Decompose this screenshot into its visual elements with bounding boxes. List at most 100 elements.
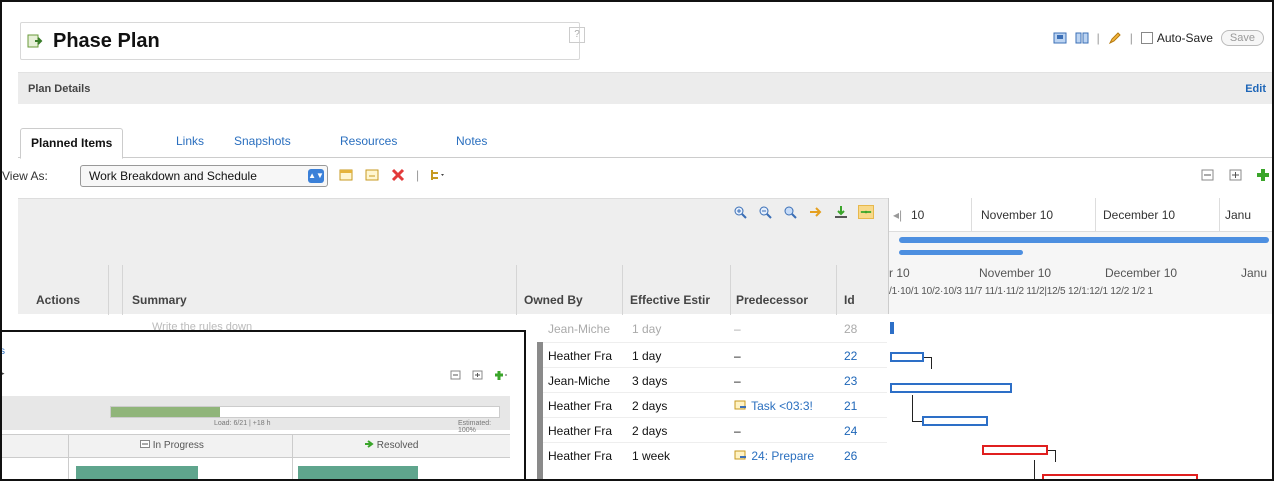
predecessor-text: 24: Prepare: [751, 449, 815, 463]
progress-panel: Load: 6/21 | +18 h Estimated: 100%: [2, 396, 510, 434]
progress-bar: [110, 406, 500, 418]
tab-notes[interactable]: Notes: [456, 134, 487, 148]
task-card[interactable]: [76, 466, 198, 479]
plan-details-label: Plan Details: [28, 83, 91, 95]
row-id[interactable]: 23: [844, 374, 874, 388]
col-summary[interactable]: Summary: [132, 293, 187, 307]
col-id[interactable]: Id: [844, 293, 855, 307]
row-divider: [542, 342, 887, 343]
tab-resources[interactable]: Resources: [340, 134, 397, 148]
gantt-bar[interactable]: [922, 416, 988, 426]
snapshot-icon[interactable]: [1053, 31, 1067, 45]
new-child-icon[interactable]: [364, 168, 380, 182]
row-estimate: 1 day: [632, 322, 662, 336]
tab-links[interactable]: Links: [176, 134, 204, 148]
table-row[interactable]: Heather Fra 1 day – 22: [542, 345, 887, 367]
add-icon[interactable]: [494, 370, 508, 381]
row-id[interactable]: 28: [844, 322, 874, 336]
zoom-out-icon[interactable]: [758, 205, 774, 219]
row-id[interactable]: 24: [844, 424, 874, 438]
table-row[interactable]: Jean-Miche 3 days – 23: [542, 370, 887, 392]
row-id[interactable]: 22: [844, 349, 874, 363]
col-actions[interactable]: Actions: [36, 293, 80, 307]
view-as-select[interactable]: Work Breakdown and Schedule ▲▼: [80, 165, 328, 187]
task-icon: [734, 400, 746, 410]
row-id[interactable]: 26: [844, 449, 874, 463]
progress-bar-fill: [111, 407, 220, 417]
row-owner[interactable]: Heather Fra: [548, 349, 630, 363]
collapse-all-icon[interactable]: [450, 370, 462, 381]
gantt-bar-critical[interactable]: [1042, 474, 1198, 479]
plan-icon: [27, 34, 43, 48]
zoom-in-icon[interactable]: [733, 205, 749, 219]
add-icon[interactable]: [1256, 168, 1272, 182]
compare-icon[interactable]: [1075, 31, 1089, 45]
col-in-progress[interactable]: In Progress: [140, 440, 204, 451]
download-icon[interactable]: [833, 205, 849, 219]
row-estimate: 1 week: [632, 449, 671, 463]
row-predecessor-link[interactable]: Task <03:3!: [734, 399, 840, 413]
row-estimate: 2 days: [632, 399, 668, 413]
grid-header: Actions Summary Owned By Effective Estir…: [18, 198, 888, 315]
scroll-to-icon[interactable]: [808, 205, 824, 219]
today-marker-icon[interactable]: [858, 205, 874, 219]
save-button[interactable]: Save: [1220, 30, 1264, 46]
hierarchy-icon[interactable]: [429, 168, 445, 182]
table-row[interactable]: Heather Fra 2 days – 24: [542, 420, 887, 442]
auto-save-checkbox[interactable]: [1140, 32, 1153, 44]
gantt-month: November 10: [979, 266, 1052, 280]
row-owner[interactable]: Heather Fra: [548, 424, 630, 438]
edit-link[interactable]: Edit: [1245, 83, 1266, 95]
title-bar: Phase Plan ? | | Auto-Save Save: [12, 22, 1272, 64]
task-card[interactable]: [298, 466, 418, 479]
gantt-bar[interactable]: [890, 383, 1012, 393]
view-as-row: View As: Work Breakdown and Schedule ▲▼ …: [2, 164, 1272, 190]
zoom-fit-icon[interactable]: [783, 205, 799, 219]
expand-all-icon[interactable]: [1228, 168, 1244, 182]
row-owner[interactable]: Jean-Miche: [548, 374, 630, 388]
timeline-range-bar[interactable]: [899, 237, 1269, 243]
auto-save-toggle[interactable]: Auto-Save: [1140, 31, 1213, 45]
gantt-bar-critical[interactable]: [982, 445, 1048, 455]
toolbar-separator: |: [1096, 31, 1100, 45]
col-predecessor[interactable]: Predecessor: [736, 293, 808, 307]
table-row[interactable]: Heather Fra 2 days Task <03:3! 21: [542, 395, 887, 417]
predecessor-text: Task <03:3!: [751, 399, 813, 413]
tab-planned-items[interactable]: Planned Items: [20, 128, 124, 159]
expand-all-icon[interactable]: [472, 370, 484, 381]
gantt-month: r 10: [889, 266, 910, 280]
row-owner[interactable]: Jean-Miche: [548, 322, 630, 336]
row-predecessor: –: [734, 374, 741, 388]
gantt-bar[interactable]: [890, 352, 924, 362]
page-title: Phase Plan: [53, 30, 160, 52]
overlay-link[interactable]: s: [2, 346, 5, 357]
col-in-progress-label: In Progress: [152, 440, 204, 451]
column-divider: [292, 435, 293, 479]
view-as-value: Work Breakdown and Schedule: [89, 169, 257, 183]
col-effective-estimate[interactable]: Effective Estir: [630, 293, 710, 307]
timeline-visible-bar[interactable]: [899, 250, 1023, 255]
gantt-month: December 10: [1105, 266, 1178, 280]
row-owner[interactable]: Heather Fra: [548, 399, 630, 413]
row-estimate: 1 day: [632, 349, 662, 363]
row-id[interactable]: 21: [844, 399, 874, 413]
timeline-divider: [971, 198, 972, 232]
row-owner[interactable]: Heather Fra: [548, 449, 630, 463]
plan-tabs: Planned Items Links Snapshots Resources …: [18, 128, 1272, 159]
overlay-menu-arrow[interactable]: ▸: [2, 368, 5, 379]
table-row[interactable]: Jean-Miche 1 day – 28: [542, 318, 887, 340]
plan-title-field[interactable]: Phase Plan ?: [20, 22, 585, 60]
tab-snapshots[interactable]: Snapshots: [234, 134, 291, 148]
scroll-left-handle[interactable]: ◂|: [893, 208, 902, 222]
table-row[interactable]: Heather Fra 1 week 24: Prepare 26: [542, 445, 887, 467]
delete-icon[interactable]: [390, 168, 406, 182]
row-predecessor-link[interactable]: 24: Prepare: [734, 449, 840, 463]
pencil-icon[interactable]: [1108, 31, 1122, 45]
collapse-all-icon[interactable]: [1200, 168, 1216, 182]
gantt-timeline-scroller[interactable]: ◂| 10 November 10 December 10 Janu: [889, 198, 1272, 232]
col-resolved[interactable]: Resolved: [364, 440, 418, 451]
gantt-milestone[interactable]: [890, 322, 894, 334]
new-item-icon[interactable]: [338, 168, 354, 182]
help-icon[interactable]: ?: [569, 27, 585, 43]
col-owned-by[interactable]: Owned By: [524, 293, 583, 307]
